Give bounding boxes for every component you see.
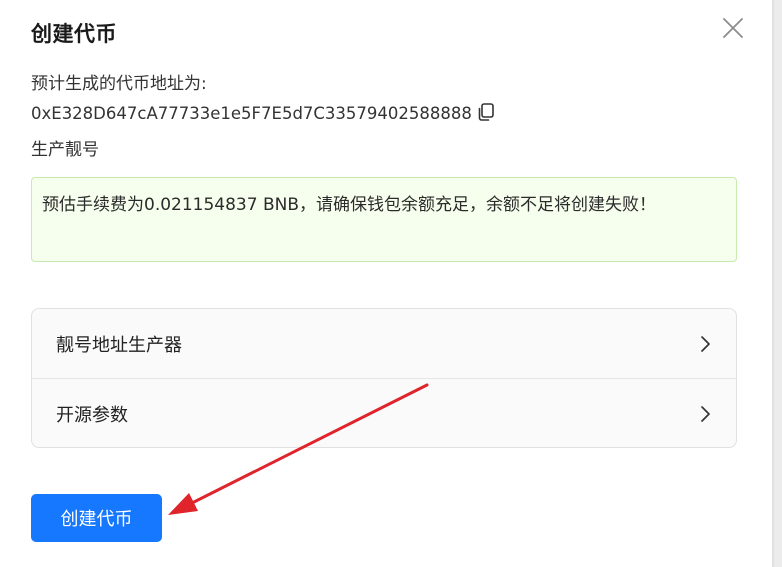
close-icon [723,18,743,38]
menu-item-label: 靓号地址生产器 [56,335,182,356]
token-address: 0xE328D647cA77733e1e5F7E5d7C335794025888… [31,104,472,123]
menu-item-vanity-generator[interactable]: 靓号地址生产器 [32,309,736,378]
address-label: 预计生成的代币地址为: [31,74,207,94]
address-row: 0xE328D647cA77733e1e5F7E5d7C335794025888… [31,102,496,123]
fee-notice: 预估手续费为0.021154837 BNB，请确保钱包余额充足，余额不足将创建失… [31,177,737,262]
scrollbar-track[interactable] [774,0,782,567]
vanity-link[interactable]: 生产靓号 [31,135,99,160]
options-list: 靓号地址生产器 开源参数 [31,308,737,448]
chevron-right-icon [701,336,710,352]
menu-item-open-source-params[interactable]: 开源参数 [32,378,736,447]
menu-item-label: 开源参数 [56,405,128,426]
copy-icon [478,103,494,121]
copy-button[interactable] [476,102,496,122]
create-token-dialog: 创建代币 预计生成的代币地址为: 0xE328D647cA77733e1e5F7… [0,0,770,567]
fee-notice-text: 预估手续费为0.021154837 BNB，请确保钱包余额充足，余额不足将创建失… [42,195,657,215]
dialog-title: 创建代币 [31,22,117,46]
chevron-right-icon [701,406,710,422]
create-token-button[interactable]: 创建代币 [31,494,162,542]
close-button[interactable] [719,14,747,42]
